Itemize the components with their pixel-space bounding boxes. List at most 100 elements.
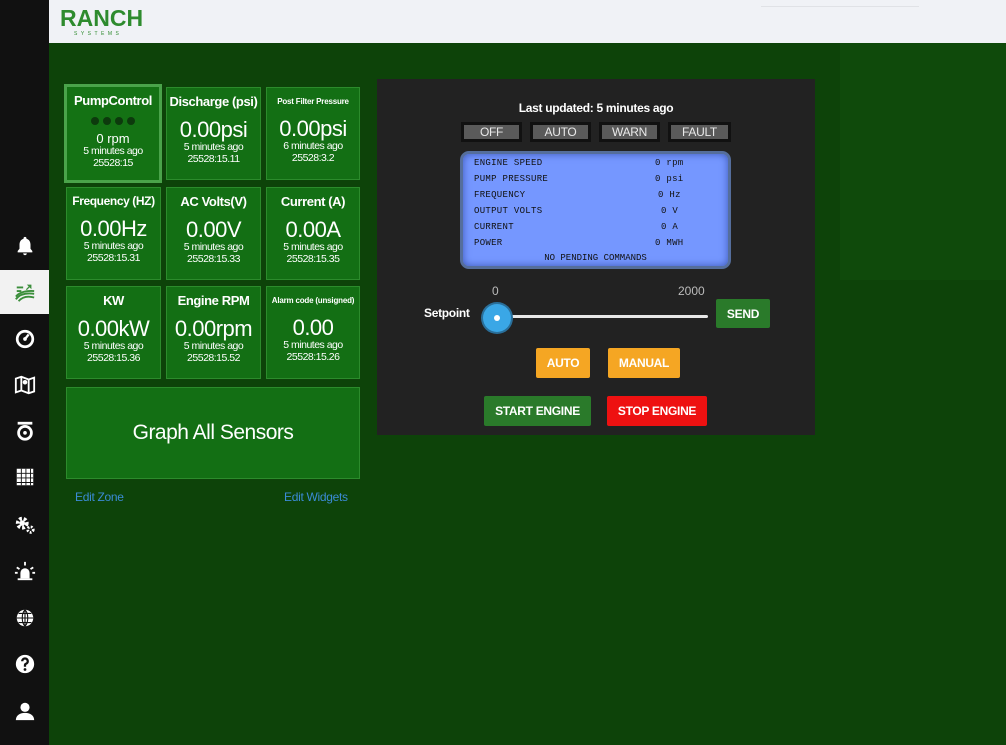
manual-mode-button[interactable]: MANUAL xyxy=(608,348,680,378)
widget-age: 6 minutes ago xyxy=(283,140,343,152)
widget-age: 5 minutes ago xyxy=(183,241,244,253)
widget-value: 0.00psi xyxy=(179,117,248,142)
widget-discharge[interactable]: Discharge (psi) 0.00psi 5 minutes ago 25… xyxy=(166,87,261,180)
widget-age: 5 minutes ago xyxy=(83,145,143,157)
globe-icon xyxy=(16,609,33,627)
lcd-label: POWER xyxy=(474,238,503,248)
widget-age: 5 minutes ago xyxy=(183,340,244,352)
widget-timestamp: 25528:15.52 xyxy=(187,352,240,364)
lcd-label: FREQUENCY xyxy=(474,190,526,200)
last-updated-text: Last updated: 5 minutes ago xyxy=(518,101,674,115)
widget-value: 0.00rpm xyxy=(174,316,253,341)
setpoint-label: Setpoint xyxy=(424,306,470,320)
lcd-display: ENGINE SPEED 0 rpm PUMP PRESSURE 0 psi F… xyxy=(460,151,731,269)
ranch-logo[interactable]: RANCH SYSTEMS xyxy=(60,5,143,37)
pump-indicator-dot xyxy=(91,117,99,125)
widget-value: 0.00 xyxy=(292,315,334,340)
gauge-icon xyxy=(15,329,34,349)
widget-age: 5 minutes ago xyxy=(283,339,343,351)
slider-handle-dot xyxy=(494,315,500,321)
sidebar-item-tanks[interactable] xyxy=(0,409,49,453)
widget-current[interactable]: Current (A) 0.00A 5 minutes ago 25528:15… xyxy=(266,187,360,280)
widget-ac-volts[interactable]: AC Volts(V) 0.00V 5 minutes ago 25528:15… xyxy=(166,187,261,280)
widget-title: KW xyxy=(103,293,124,308)
sidebar-item-dashboard[interactable] xyxy=(0,317,49,361)
widget-timestamp: 25528:3.2 xyxy=(291,152,335,164)
sidebar-item-map[interactable] xyxy=(0,363,49,407)
sidebar-item-alarms[interactable] xyxy=(0,549,49,593)
sidebar-item-fields[interactable] xyxy=(0,270,49,314)
state-off-indicator: OFF xyxy=(461,122,522,142)
lcd-value: 0 psi xyxy=(655,174,684,184)
bell-icon xyxy=(17,236,32,256)
pump-indicator-dot xyxy=(103,117,111,125)
widget-engine-rpm[interactable]: Engine RPM 0.00rpm 5 minutes ago 25528:1… xyxy=(166,286,261,379)
engine-control-panel: Last updated: 5 minutes ago OFF AUTO WAR… xyxy=(377,79,815,435)
widget-value: 0 rpm xyxy=(96,131,130,146)
sidebar-item-network[interactable] xyxy=(0,596,49,640)
widget-title: Alarm code (unsigned) xyxy=(271,296,355,305)
state-auto-indicator: AUTO xyxy=(530,122,591,142)
sidebar-item-settings[interactable] xyxy=(0,503,49,547)
edit-zone-link[interactable]: Edit Zone xyxy=(75,490,124,504)
widget-timestamp: 25528:15.11 xyxy=(187,153,240,165)
grid-icon xyxy=(16,468,33,486)
lcd-value: 0 V xyxy=(661,206,679,216)
edit-widgets-link[interactable]: Edit Widgets xyxy=(284,490,348,504)
lcd-label: PUMP PRESSURE xyxy=(474,174,549,184)
widget-timestamp: 25528:15 xyxy=(93,157,133,169)
content-edge xyxy=(840,43,1006,280)
widget-value: 0.00Hz xyxy=(80,216,147,241)
sidebar-item-account[interactable] xyxy=(0,689,49,733)
sidebar-item-reports[interactable] xyxy=(0,455,49,499)
widget-timestamp: 25528:15.31 xyxy=(87,252,140,264)
alarm-icon xyxy=(14,561,35,581)
header-divider xyxy=(761,6,919,7)
widget-title: Engine RPM xyxy=(177,293,250,308)
send-button[interactable]: SEND xyxy=(716,299,770,328)
widget-pump-control[interactable]: PumpControl 0 rpm 5 minutes ago 25528:15 xyxy=(64,84,162,183)
auto-mode-button[interactable]: AUTO xyxy=(536,348,590,378)
lcd-label: OUTPUT VOLTS xyxy=(474,206,543,216)
widget-title: Frequency (HZ) xyxy=(72,194,155,208)
user-icon xyxy=(15,702,34,721)
widget-age: 5 minutes ago xyxy=(83,340,144,352)
pump-indicator-dot xyxy=(115,117,123,125)
widget-value: 0.00kW xyxy=(77,316,150,341)
lcd-value: 0 A xyxy=(661,222,679,232)
lcd-label: ENGINE SPEED xyxy=(474,158,543,168)
sidebar-item-notifications[interactable] xyxy=(0,224,49,268)
start-engine-button[interactable]: START ENGINE xyxy=(484,396,591,426)
tank-icon xyxy=(16,421,33,441)
help-icon xyxy=(15,654,34,674)
logo-subtext: SYSTEMS xyxy=(74,31,123,37)
slider-min-label: 0 xyxy=(492,284,499,298)
widget-age: 5 minutes ago xyxy=(283,241,343,253)
widget-timestamp: 25528:15.26 xyxy=(286,351,340,363)
widget-post-filter-pressure[interactable]: Post Filter Pressure 0.00psi 6 minutes a… xyxy=(266,87,360,180)
widget-value: 0.00psi xyxy=(279,116,347,141)
widget-age: 5 minutes ago xyxy=(183,141,244,153)
lcd-value: 0 rpm xyxy=(655,158,684,168)
widget-frequency[interactable]: Frequency (HZ) 0.00Hz 5 minutes ago 2552… xyxy=(66,187,161,280)
lcd-footer: NO PENDING COMMANDS xyxy=(544,253,647,263)
widget-title: PumpControl xyxy=(74,93,152,108)
logo-text: RANCH xyxy=(60,5,144,31)
sidebar-item-help[interactable] xyxy=(0,642,49,686)
graph-all-sensors-button[interactable]: Graph All Sensors xyxy=(66,387,360,479)
widget-alarm-code[interactable]: Alarm code (unsigned) 0.00 5 minutes ago… xyxy=(266,286,360,379)
sidebar xyxy=(0,0,49,745)
widget-value: 0.00A xyxy=(285,217,342,242)
state-warn-indicator: WARN xyxy=(599,122,660,142)
setpoint-slider-handle[interactable] xyxy=(483,304,511,332)
widget-timestamp: 25528:15.35 xyxy=(286,253,340,265)
setpoint-slider-track[interactable] xyxy=(490,315,708,318)
state-fault-indicator: FAULT xyxy=(668,122,731,142)
widget-age: 5 minutes ago xyxy=(83,240,144,252)
field-icon xyxy=(14,284,34,302)
top-header: RANCH SYSTEMS xyxy=(49,0,1006,43)
widget-kw[interactable]: KW 0.00kW 5 minutes ago 25528:15.36 xyxy=(66,286,161,379)
stop-engine-button[interactable]: STOP ENGINE xyxy=(607,396,707,426)
widget-title: Discharge (psi) xyxy=(169,94,258,109)
lcd-value: 0 MWH xyxy=(655,238,684,248)
